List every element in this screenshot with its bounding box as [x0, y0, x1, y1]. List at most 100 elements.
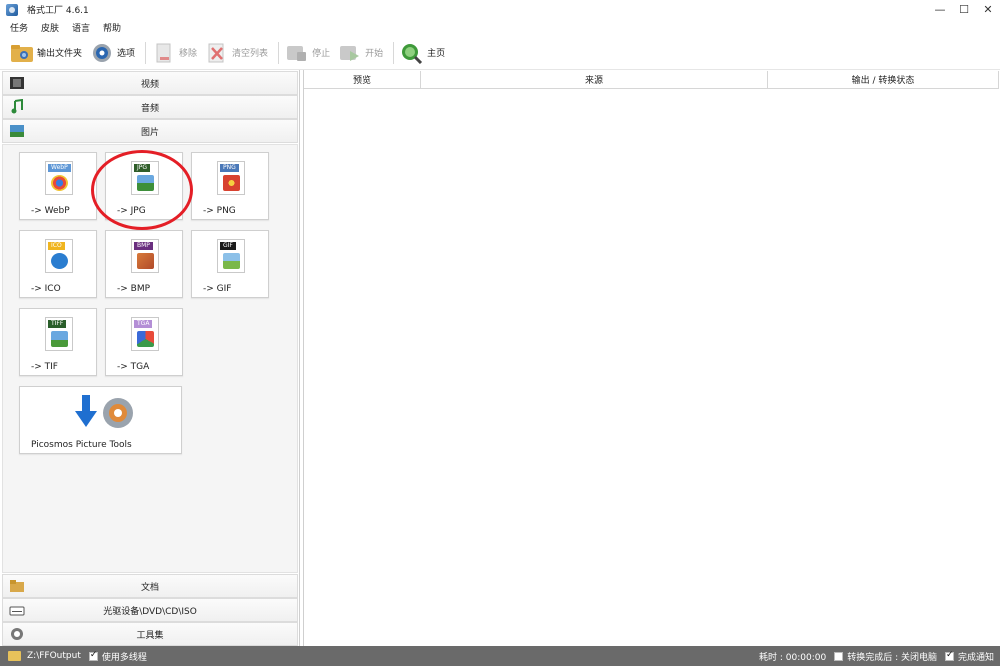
tile-to-gif[interactable]: GIF -> GIF — [191, 230, 269, 298]
remove-button[interactable]: 移除 — [152, 39, 197, 67]
output-folder-label: 输出文件夹 — [37, 49, 83, 59]
clear-list-icon — [205, 42, 229, 64]
bmp-file-icon: BMP — [131, 239, 159, 273]
gif-tag: GIF — [220, 242, 236, 250]
toolset-icon — [9, 626, 25, 642]
category-document[interactable]: 文档 — [2, 574, 298, 598]
menu-language[interactable]: 语言 — [72, 21, 90, 34]
gif-file-icon: GIF — [217, 239, 245, 273]
after-done-checkbox[interactable] — [834, 651, 844, 661]
tile-label: Picosmos Picture Tools — [31, 440, 132, 450]
tile-to-ico[interactable]: ICO -> ICO — [19, 230, 97, 298]
task-list: 预览 来源 输出 / 转换状态 — [303, 70, 1000, 646]
toolbar: 输出文件夹 选项 移除 清空列表 停止 开始 主页 — [0, 36, 1000, 70]
gear-icon — [90, 42, 114, 64]
home-button[interactable]: 主页 — [400, 39, 445, 67]
tile-label: -> ICO — [31, 284, 61, 294]
png-file-icon: PNG — [217, 161, 245, 195]
tga-tag: TGA — [134, 320, 153, 328]
maximize-button[interactable]: ☐ — [952, 0, 976, 19]
start-label: 开始 — [365, 49, 384, 59]
picture-icon — [9, 123, 25, 139]
category-tools[interactable]: 工具集 — [2, 622, 298, 646]
document-icon — [9, 578, 25, 594]
status-right: 耗时 : 00:00:00 转换完成后 : 关闭电脑 完成通知 — [753, 646, 994, 666]
category-video-label: 视频 — [140, 79, 159, 90]
tile-to-tif[interactable]: TIFF -> TIF — [19, 308, 97, 376]
multithread-checkbox[interactable] — [88, 650, 98, 661]
category-audio[interactable]: 音频 — [2, 95, 298, 119]
tiff-file-icon: TIFF — [45, 317, 73, 351]
bmp-tag: BMP — [134, 242, 153, 250]
output-folder-button[interactable]: 输出文件夹 — [10, 39, 82, 67]
tile-picosmos-picture-tools[interactable]: Picosmos Picture Tools — [19, 386, 182, 454]
tile-label: -> TIF — [31, 362, 58, 372]
multithread-label: 使用多线程 — [101, 652, 147, 663]
toolbar-divider — [278, 41, 280, 64]
remove-label: 移除 — [179, 49, 198, 59]
category-audio-label: 音频 — [140, 103, 159, 114]
close-button[interactable]: ✕ — [976, 0, 1000, 19]
tile-to-png[interactable]: PNG -> PNG — [191, 152, 269, 220]
output-path[interactable]: Z:\FFOutput — [27, 651, 81, 661]
menu-task[interactable]: 任务 — [10, 21, 28, 34]
tile-to-bmp[interactable]: BMP -> BMP — [105, 230, 183, 298]
menu-skin[interactable]: 皮肤 — [41, 21, 59, 34]
start-icon — [338, 42, 362, 64]
category-tools-label: 工具集 — [136, 630, 164, 641]
elapsed-time: 耗时 : 00:00:00 — [759, 652, 827, 663]
folder-icon[interactable] — [8, 651, 21, 661]
webp-file-icon: WebP — [45, 161, 73, 195]
tile-label: -> WebP — [31, 206, 70, 216]
category-picture[interactable]: 图片 — [2, 119, 298, 143]
tile-label: -> GIF — [203, 284, 232, 294]
category-video[interactable]: 视频 — [2, 71, 298, 95]
tiff-tag: TIFF — [48, 320, 67, 328]
column-output-status[interactable]: 输出 / 转换状态 — [768, 71, 999, 89]
disc-drive-icon — [9, 602, 25, 618]
after-done-label: 转换完成后 : 关闭电脑 — [847, 652, 937, 663]
toolbar-divider — [393, 41, 395, 64]
minimize-button[interactable]: — — [928, 0, 952, 19]
category-rom-label: 光驱设备\DVD\CD\ISO — [103, 606, 197, 617]
app-icon — [6, 3, 18, 16]
tile-label: -> PNG — [203, 206, 236, 216]
film-icon — [9, 75, 25, 91]
window-controls: — ☐ ✕ — [928, 0, 1000, 19]
notify-label: 完成通知 — [957, 652, 994, 663]
options-button[interactable]: 选项 — [90, 39, 135, 67]
tile-label: -> BMP — [117, 284, 151, 294]
toolbar-divider — [145, 41, 147, 64]
options-label: 选项 — [117, 49, 136, 59]
tile-to-webp[interactable]: WebP -> WebP — [19, 152, 97, 220]
category-picture-label: 图片 — [140, 127, 159, 138]
column-preview[interactable]: 预览 — [304, 71, 421, 89]
start-button[interactable]: 开始 — [338, 39, 383, 67]
clear-list-button[interactable]: 清空列表 — [205, 39, 268, 67]
stop-icon — [285, 42, 309, 64]
globe-search-icon — [400, 42, 424, 64]
stop-button[interactable]: 停止 — [285, 39, 330, 67]
menu-help[interactable]: 帮助 — [103, 21, 121, 34]
menu-bar: 任务 皮肤 语言 帮助 — [0, 19, 1000, 36]
window-title: 格式工厂 4.6.1 — [27, 6, 89, 16]
category-document-label: 文档 — [140, 582, 159, 593]
home-label: 主页 — [427, 49, 446, 59]
remove-icon — [152, 42, 176, 64]
folder-icon — [10, 42, 34, 64]
music-note-icon — [9, 98, 25, 115]
clear-list-label: 清空列表 — [232, 49, 269, 59]
tile-label: -> TGA — [117, 362, 150, 372]
ico-tag: ICO — [48, 242, 65, 250]
notify-checkbox[interactable] — [944, 650, 954, 661]
picosmos-icon — [68, 393, 138, 433]
title-bar: 格式工厂 4.6.1 — ☐ ✕ — [0, 0, 1000, 19]
tga-file-icon: TGA — [131, 317, 159, 351]
category-rom-device[interactable]: 光驱设备\DVD\CD\ISO — [2, 598, 298, 622]
annotation-circle — [91, 150, 193, 230]
webp-tag: WebP — [48, 164, 71, 172]
ico-file-icon: ICO — [45, 239, 73, 273]
tile-to-tga[interactable]: TGA -> TGA — [105, 308, 183, 376]
status-bar: Z:\FFOutput 使用多线程 耗时 : 00:00:00 转换完成后 : … — [0, 646, 1000, 666]
column-source[interactable]: 来源 — [421, 71, 768, 89]
